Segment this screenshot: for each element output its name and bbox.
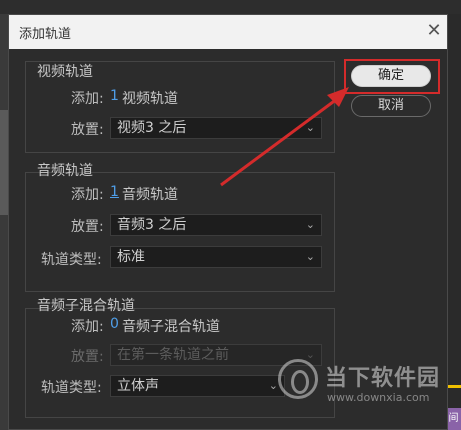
audio-add-unit: 音频轨道: [122, 187, 178, 203]
submix-type-value: 立体声: [117, 378, 159, 394]
screen: 间 添加轨道 ✕ 视频轨道 添加: 1 视频轨道 放置: 视频3 之后 ⌄ 音频…: [0, 0, 461, 430]
watermark-logo-icon: [278, 359, 318, 399]
video-place-value: 视频3 之后: [117, 120, 187, 136]
video-tracks-heading: 视频轨道: [37, 64, 93, 80]
ok-button-highlight: [344, 59, 440, 94]
watermark-main-text: 当下软件园: [325, 366, 441, 391]
video-place-label: 放置:: [71, 122, 104, 138]
background-left-panel: [0, 110, 8, 215]
submix-add-count[interactable]: 0: [110, 316, 119, 332]
audio-type-label: 轨道类型:: [41, 252, 102, 268]
audio-add-count[interactable]: 1: [110, 184, 119, 200]
audio-place-label: 放置:: [71, 219, 104, 235]
chevron-down-icon: ⌄: [305, 121, 315, 134]
chevron-down-icon: ⌄: [305, 218, 315, 231]
background-left-strip: [0, 14, 8, 430]
audio-type-value: 标准: [117, 249, 145, 265]
audio-place-select[interactable]: 音频3 之后 ⌄: [110, 214, 322, 236]
watermark: 当下软件园 www.downxia.com: [270, 355, 450, 415]
submix-add-unit: 音频子混合轨道: [122, 319, 220, 335]
video-place-select[interactable]: 视频3 之后 ⌄: [110, 117, 322, 139]
audio-type-select[interactable]: 标准 ⌄: [110, 246, 322, 268]
video-add-count[interactable]: 1: [110, 88, 119, 104]
submix-place-label: 放置:: [71, 349, 104, 365]
chevron-down-icon: ⌄: [305, 250, 315, 263]
submix-add-label: 添加:: [71, 319, 104, 335]
audio-add-label: 添加:: [71, 187, 104, 203]
submix-type-label: 轨道类型:: [41, 380, 102, 396]
watermark-sub-text: www.downxia.com: [327, 391, 430, 404]
submix-tracks-heading: 音频子混合轨道: [37, 298, 135, 314]
submix-type-select[interactable]: 立体声 ⌄: [110, 375, 285, 397]
video-add-unit: 视频轨道: [122, 91, 178, 107]
background-top-strip: [0, 0, 461, 14]
audio-tracks-heading: 音频轨道: [37, 163, 93, 179]
video-add-label: 添加:: [71, 91, 104, 107]
submix-place-value: 在第一条轨道之前: [117, 347, 229, 363]
dialog-title: 添加轨道: [19, 27, 72, 42]
dialog-titlebar: 添加轨道 ✕: [9, 15, 447, 49]
audio-place-value: 音频3 之后: [117, 217, 187, 233]
cancel-button[interactable]: 取消: [351, 95, 431, 117]
close-icon[interactable]: ✕: [425, 20, 443, 42]
